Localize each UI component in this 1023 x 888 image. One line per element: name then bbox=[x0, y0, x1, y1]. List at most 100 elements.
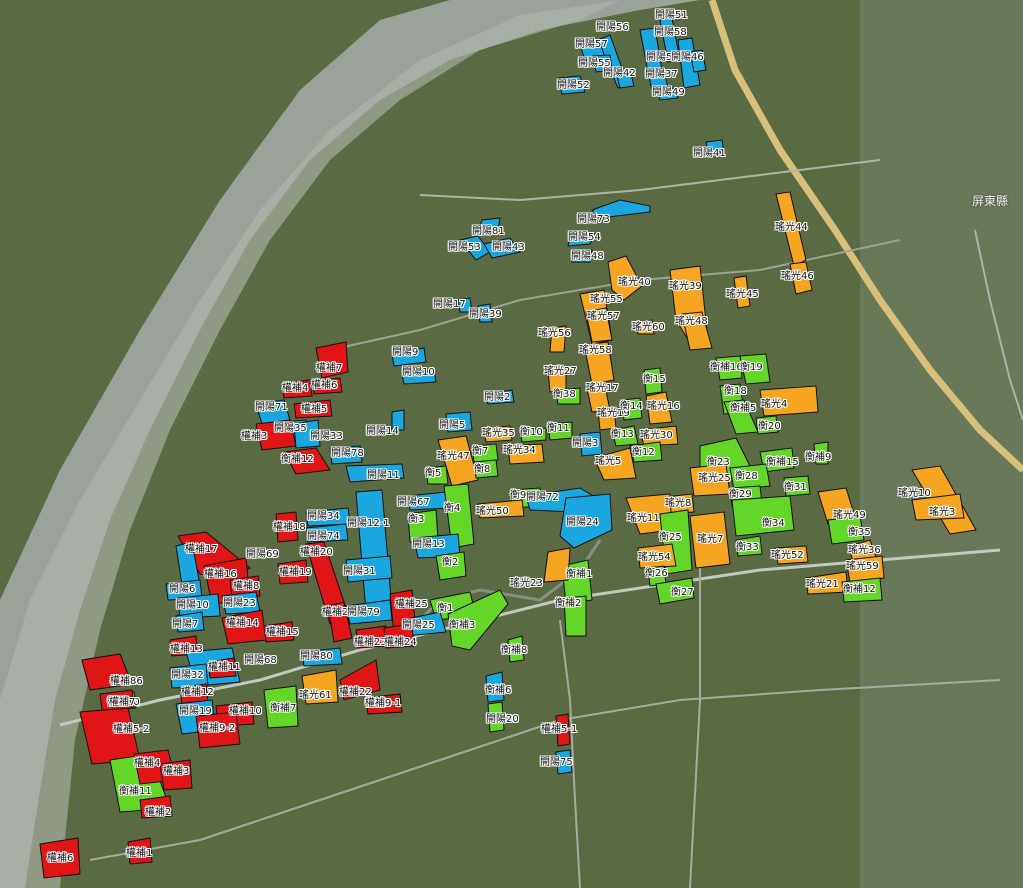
parcel-label: 開陽73 bbox=[577, 214, 610, 225]
parcel-label: 開陽10 bbox=[176, 600, 209, 611]
parcel-label: 瑤光23 bbox=[510, 578, 543, 589]
parcel-layer bbox=[39, 17, 977, 879]
parcel-label: 瑤光36 bbox=[848, 545, 881, 556]
parcel-label: 開陽6 bbox=[169, 584, 196, 595]
parcel-label: 衡29 bbox=[729, 489, 752, 500]
parcel-label: 開陽79 bbox=[347, 607, 380, 618]
parcel-label: 瑤光56 bbox=[538, 328, 571, 339]
parcel-label: 權補4 bbox=[282, 383, 309, 394]
parcel-label: 開陽20 bbox=[486, 714, 519, 725]
parcel-label: 衡20 bbox=[758, 421, 781, 432]
parcel-label: 衡2 bbox=[442, 557, 459, 568]
parcel-label: 瑤光60 bbox=[632, 322, 665, 333]
parcel-shape[interactable] bbox=[355, 489, 393, 613]
parcel-label: 開陽74 bbox=[307, 531, 340, 542]
parcel-label: 開陽11 bbox=[367, 470, 400, 481]
map-view[interactable]: 開陽56 開陽51 開陽57 開陽58 開陽55 開陽50 開陽46 開陽42 開陽37 開陽52… bbox=[0, 0, 1023, 888]
parcel-label: 權補7 bbox=[316, 363, 343, 374]
parcel-label: 衡10 bbox=[520, 427, 543, 438]
parcel-label: 開陽23 bbox=[223, 598, 256, 609]
parcel-label: 衡1 bbox=[437, 603, 454, 614]
parcel-label: 權補11 bbox=[208, 662, 241, 673]
parcel-label: 瑤光5 bbox=[595, 456, 622, 467]
parcel-label: 衡補1 bbox=[566, 569, 593, 580]
parcel-label: 衡補9 bbox=[805, 452, 832, 463]
parcel-label: 衡35 bbox=[848, 527, 871, 538]
parcel-label: 瑤光44 bbox=[775, 222, 808, 233]
parcel-label: 衡7 bbox=[472, 446, 489, 457]
parcel-label: 開陽46 bbox=[671, 52, 704, 63]
parcel-label: 瑤光47 bbox=[437, 451, 470, 462]
parcel-label: 瑤光59 bbox=[846, 561, 879, 572]
parcel-label: 瑤光35 bbox=[482, 428, 515, 439]
parcel-label: 衡8 bbox=[474, 464, 491, 475]
parcel-label: 權補19 bbox=[279, 567, 312, 578]
parcel-shape[interactable] bbox=[79, 707, 141, 765]
parcel-label: 衡補8 bbox=[501, 645, 528, 656]
parcel-label: 開陽17 bbox=[433, 299, 466, 310]
parcel-label: 權補3 bbox=[163, 766, 190, 777]
parcel-label: 權補6 bbox=[47, 853, 74, 864]
parcel-label: 開陽78 bbox=[331, 448, 364, 459]
parcel-label: 衡12 bbox=[632, 447, 655, 458]
parcel-label: 衡23 bbox=[707, 457, 730, 468]
parcel-label: 權補1 bbox=[126, 848, 153, 859]
parcel-label: 權補12 bbox=[181, 687, 214, 698]
parcel-label: 衡補12 bbox=[843, 584, 876, 595]
parcel-label: 開陽37 bbox=[645, 69, 678, 80]
parcel-label: 衡14 bbox=[620, 401, 643, 412]
parcel-label: 衡補16 bbox=[710, 362, 743, 373]
parcel-label: 開陽54 bbox=[568, 232, 601, 243]
parcel-label: 開陽75 bbox=[540, 757, 573, 768]
parcel-label: 權補2 bbox=[145, 807, 172, 818]
parcel-label: 衡11 bbox=[547, 423, 570, 434]
parcel-label: 權補24 bbox=[384, 637, 417, 648]
parcel-label: 開陽51 bbox=[655, 10, 688, 21]
parcel-label: 衡27 bbox=[671, 587, 694, 598]
parcel-label: 瑤光11 bbox=[627, 513, 660, 524]
parcel-label: 開陽32 bbox=[171, 670, 204, 681]
parcel-label: 開陽33 bbox=[310, 431, 343, 442]
parcel-label: 衡34 bbox=[762, 518, 785, 529]
parcel-label: 權補13 bbox=[170, 644, 203, 655]
parcel-label: 權補8 bbox=[233, 581, 260, 592]
parcel-label: 開陽58 bbox=[654, 27, 687, 38]
parcel-label: 衡補12 bbox=[281, 454, 314, 465]
parcel-label: 權補23 bbox=[354, 637, 387, 648]
parcel-label: 衡4 bbox=[444, 503, 461, 514]
parcel-label: 權補9-2 bbox=[199, 723, 236, 734]
parcel-label: 衡補3 bbox=[449, 620, 476, 631]
parcel-label: 開陽48 bbox=[571, 251, 604, 262]
parcel-shape[interactable] bbox=[731, 495, 795, 537]
parcel-label: 瑤光10 bbox=[898, 488, 931, 499]
parcel-label: 衡26 bbox=[645, 568, 668, 579]
parcel-label: 衡33 bbox=[736, 542, 759, 553]
parcel-label: 衡補6 bbox=[485, 685, 512, 696]
parcel-label: 瑤光17 bbox=[586, 383, 619, 394]
parcel-label: 開陽35 bbox=[274, 423, 307, 434]
parcel-label: 瑤光3 bbox=[929, 507, 956, 518]
parcel-label: 開陽13 bbox=[412, 539, 445, 550]
parcel-label: 瑤光30 bbox=[640, 430, 673, 441]
parcel-label: 瑤光48 bbox=[675, 316, 708, 327]
parcel-label: 開陽9 bbox=[392, 347, 419, 358]
parcel-label: 開陽12-1 bbox=[347, 518, 390, 529]
parcel-label: 開陽72 bbox=[526, 492, 559, 503]
parcel-label: 開陽67 bbox=[397, 497, 430, 508]
parcel-label: 開陽53 bbox=[448, 242, 481, 253]
parcel-label: 衡38 bbox=[553, 389, 576, 400]
parcel-label: 瑤光46 bbox=[781, 271, 814, 282]
parcel-label: 瑤光49 bbox=[833, 510, 866, 521]
parcel-label: 瑤光25 bbox=[698, 473, 731, 484]
parcel-label: 開陽81 bbox=[472, 226, 505, 237]
parcel-label: 權補4 bbox=[134, 758, 161, 769]
parcel-label: 瑤光7 bbox=[697, 534, 724, 545]
parcel-label: 衡5 bbox=[425, 468, 442, 479]
parcel-label: 瑤光39 bbox=[669, 281, 702, 292]
parcel-label: 開陽41 bbox=[693, 148, 726, 159]
parcel-label: 瑤光8 bbox=[665, 498, 692, 509]
parcel-label: 權補8 bbox=[110, 676, 137, 687]
parcel-label: 開陽5 bbox=[439, 420, 466, 431]
parcel-label: 衡19 bbox=[740, 362, 763, 373]
parcel-label: 權補5-2 bbox=[113, 724, 150, 735]
